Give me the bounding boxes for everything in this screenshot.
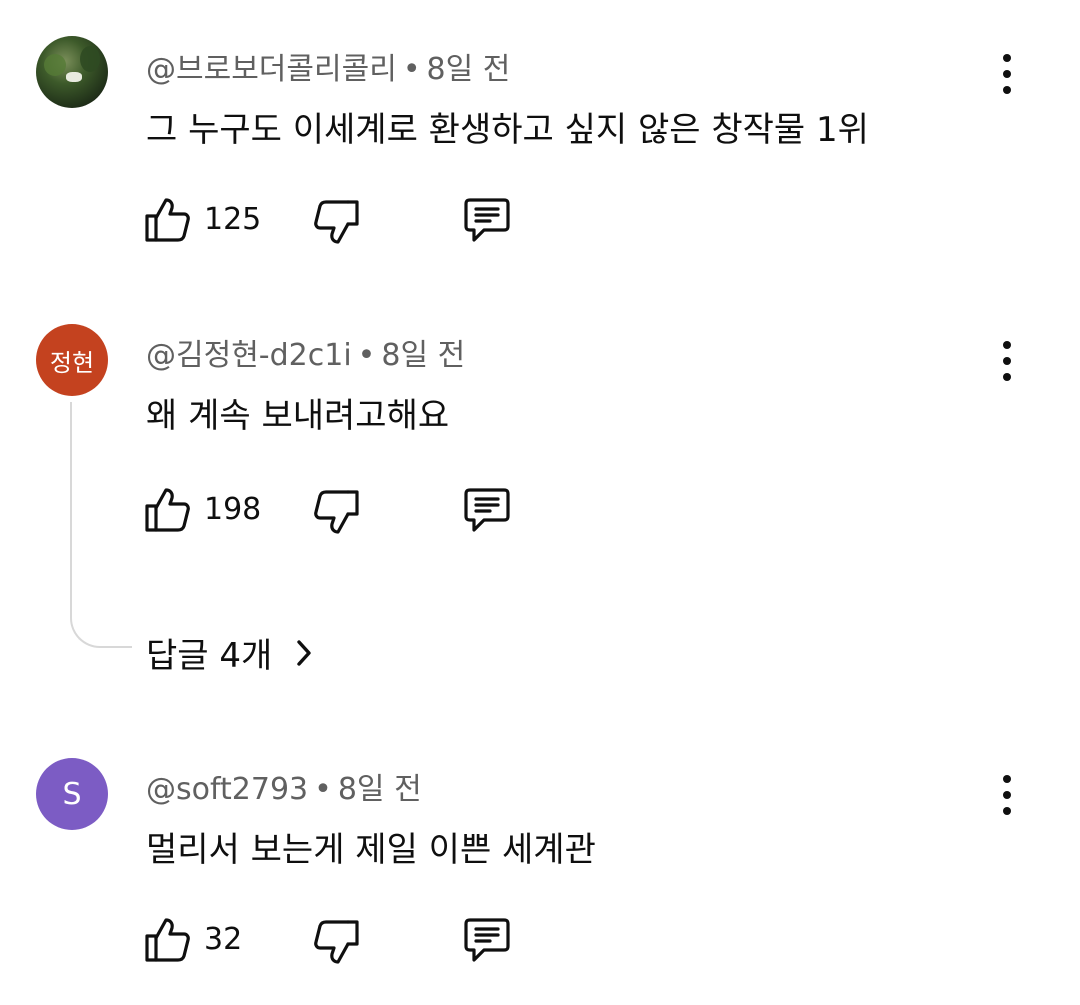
author-name[interactable]: @김정현-d2c1i (146, 338, 352, 373)
like-count: 198 (204, 492, 262, 527)
thumb-up-icon (145, 918, 190, 962)
comment-meta: @브로보더콜리콜리 • 8일 전 (146, 44, 510, 88)
author-name[interactable]: @브로보더콜리콜리 (146, 52, 397, 87)
like-button[interactable] (142, 484, 192, 536)
separator: • (314, 772, 332, 807)
more-options-button[interactable] (992, 339, 1022, 383)
avatar-initials: 정현 (49, 348, 95, 377)
more-vertical-icon (1003, 775, 1011, 783)
timestamp[interactable]: 8일 전 (427, 52, 511, 87)
like-button[interactable] (142, 194, 192, 246)
avatar[interactable]: S (36, 758, 108, 830)
thread-connector-line (70, 402, 132, 648)
comment-text: 왜 계속 보내려고해요 (146, 396, 450, 436)
reply-button[interactable] (458, 484, 514, 536)
like-button[interactable] (142, 914, 192, 966)
thumb-up-icon (145, 198, 190, 242)
separator: • (357, 338, 376, 373)
dislike-button[interactable] (312, 196, 362, 248)
view-replies-button[interactable]: 답글 4개 (146, 628, 314, 677)
comment-reply-icon (464, 488, 510, 532)
like-count: 32 (204, 922, 243, 957)
more-options-button[interactable] (992, 52, 1022, 96)
comment-reply-icon (464, 198, 510, 242)
comment-meta: @soft2793 • 8일 전 (146, 764, 422, 808)
timestamp[interactable]: 8일 전 (381, 338, 465, 373)
more-options-button[interactable] (992, 773, 1022, 817)
reply-button[interactable] (458, 914, 514, 966)
replies-label: 답글 4개 (146, 636, 273, 676)
avatar[interactable] (36, 36, 108, 108)
thumb-up-icon (145, 488, 190, 532)
comment-text: 멀리서 보는게 제일 이쁜 세계관 (146, 830, 596, 870)
thumb-down-icon (314, 920, 359, 964)
thumb-down-icon (314, 200, 359, 244)
chevron-right-icon (297, 639, 311, 666)
dislike-button[interactable] (312, 916, 362, 968)
more-vertical-icon (1003, 341, 1011, 349)
more-vertical-icon (1003, 54, 1011, 62)
avatar[interactable]: 정현 (36, 324, 108, 396)
comment-reply-icon (464, 918, 510, 962)
avatar-initials: S (62, 776, 82, 812)
author-name[interactable]: @soft2793 (146, 772, 308, 807)
thumb-down-icon (314, 490, 359, 534)
dislike-button[interactable] (312, 486, 362, 538)
timestamp[interactable]: 8일 전 (338, 772, 422, 807)
reply-button[interactable] (458, 194, 514, 246)
separator: • (402, 52, 421, 87)
comment-meta: @김정현-d2c1i • 8일 전 (146, 330, 465, 374)
comment-text: 그 누구도 이세계로 환생하고 싶지 않은 창작물 1위 (146, 110, 869, 150)
like-count: 125 (204, 202, 262, 237)
